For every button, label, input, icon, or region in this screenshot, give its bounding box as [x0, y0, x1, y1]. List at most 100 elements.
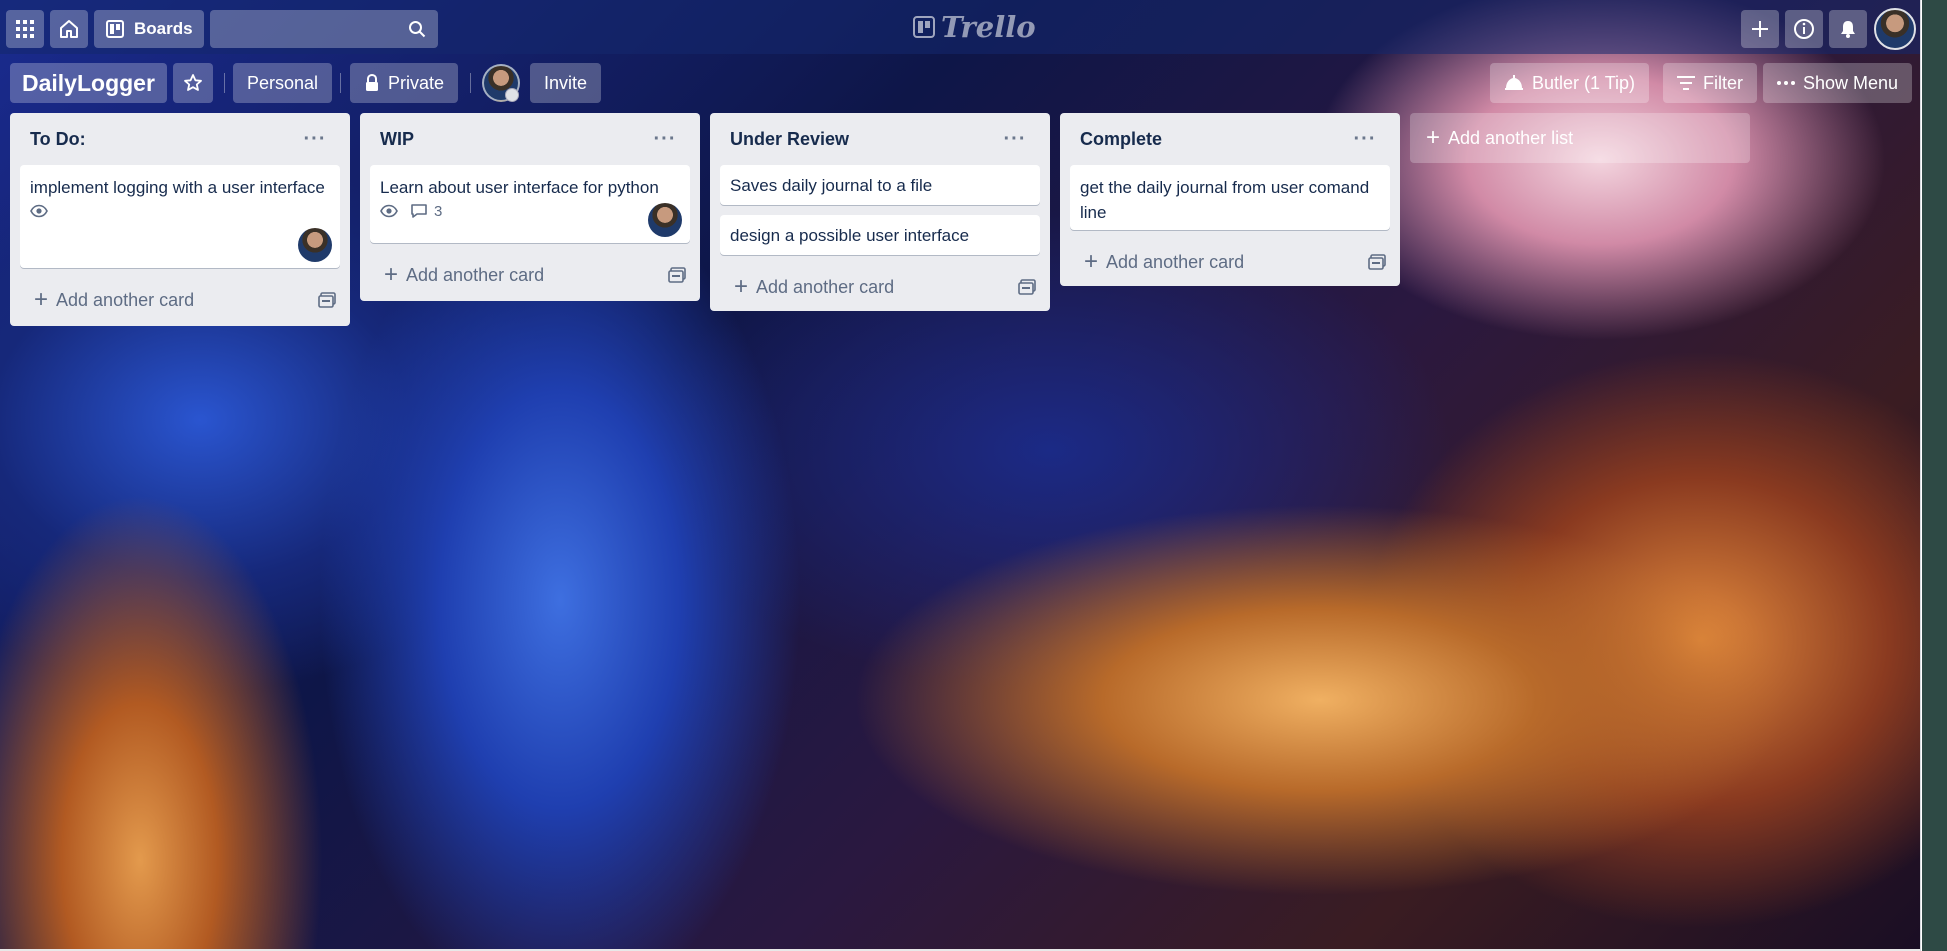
search-input[interactable] [210, 10, 438, 48]
show-menu-label: Show Menu [1803, 72, 1899, 93]
add-card-button[interactable]: + Add another card [1084, 250, 1244, 274]
private-label: Private [388, 72, 445, 93]
add-card-label: Add another card [406, 264, 545, 285]
card[interactable]: implement logging with a user interface [20, 165, 340, 268]
add-card-button[interactable]: + Add another card [384, 263, 544, 287]
list-header[interactable]: To Do: ··· [10, 113, 350, 165]
lock-icon [366, 74, 378, 91]
card-template-icon[interactable] [318, 292, 336, 308]
card-title: get the daily journal from user comand l… [1080, 178, 1370, 222]
plus-icon: + [734, 273, 749, 300]
add-list-label: Add another list [1448, 127, 1574, 148]
board-title[interactable]: DailyLogger [10, 63, 167, 103]
card-title: Saves daily journal to a file [730, 176, 933, 195]
list-footer: + Add another card [710, 265, 1050, 309]
card-member-avatar[interactable] [648, 203, 682, 237]
list-menu-button[interactable]: ··· [300, 128, 330, 151]
add-card-label: Add another card [1106, 251, 1245, 272]
trello-logo[interactable]: Trello [913, 10, 1036, 44]
card-template-icon[interactable] [1368, 254, 1386, 270]
list-header[interactable]: WIP ··· [360, 113, 700, 165]
window-edge [1920, 0, 1947, 951]
trello-logo-text: Trello [941, 10, 1036, 44]
show-menu-button[interactable]: Show Menu [1763, 63, 1913, 103]
ellipsis-icon [1777, 81, 1795, 85]
create-button[interactable] [1741, 10, 1779, 48]
add-card-label: Add another card [756, 276, 895, 297]
card[interactable]: Saves daily journal to a file [720, 165, 1040, 205]
list-header[interactable]: Under Review ··· [710, 113, 1050, 165]
apps-button[interactable] [6, 10, 44, 48]
visibility-button[interactable]: Private [350, 63, 459, 103]
filter-button[interactable]: Filter [1663, 63, 1757, 103]
eye-icon [30, 204, 48, 218]
plus-icon: + [34, 286, 49, 313]
add-card-button[interactable]: + Add another card [34, 288, 194, 312]
invite-button[interactable]: Invite [530, 63, 602, 103]
list-footer: + Add another card [360, 253, 700, 297]
butler-label: Butler (1 Tip) [1532, 72, 1636, 93]
list-menu-button[interactable]: ··· [1000, 128, 1030, 151]
plus-icon: + [1426, 124, 1441, 151]
card-template-icon[interactable] [668, 267, 686, 283]
card[interactable]: Learn about user interface for python 3 [370, 165, 690, 243]
add-card-button[interactable]: + Add another card [734, 275, 894, 299]
list-menu-button[interactable]: ··· [650, 128, 680, 151]
comment-icon [411, 204, 427, 218]
star-icon [184, 74, 202, 91]
list-complete[interactable]: Complete ··· get the daily journal from … [1060, 113, 1400, 286]
list-title[interactable]: WIP [380, 129, 414, 150]
home-icon [60, 20, 78, 38]
top-header: Boards Trello [0, 0, 1920, 54]
comment-count: 3 [434, 202, 443, 220]
plus-icon: + [1084, 248, 1099, 275]
divider [340, 73, 341, 93]
list-footer: + Add another card [10, 278, 350, 322]
grid-icon [16, 20, 34, 38]
comments-badge: 3 [410, 199, 442, 224]
list-header[interactable]: Complete ··· [1060, 113, 1400, 165]
personal-label: Personal [247, 72, 319, 93]
list-title[interactable]: Under Review [730, 129, 849, 150]
boards-button[interactable]: Boards [94, 10, 204, 48]
home-button[interactable] [50, 10, 88, 48]
notifications-button[interactable] [1829, 10, 1867, 48]
filter-label: Filter [1703, 72, 1743, 93]
info-button[interactable] [1785, 10, 1823, 48]
card-template-icon[interactable] [1018, 279, 1036, 295]
card[interactable]: design a possible user interface [720, 215, 1040, 255]
eye-icon [380, 204, 398, 218]
list-footer: + Add another card [1060, 240, 1400, 284]
list-title[interactable]: To Do: [30, 129, 86, 150]
divider [470, 73, 471, 93]
card-member-avatar[interactable] [298, 228, 332, 262]
board-title-text: DailyLogger [22, 69, 155, 96]
admin-badge-icon [505, 88, 519, 102]
list-menu-button[interactable]: ··· [1350, 128, 1380, 151]
butler-button[interactable]: Butler (1 Tip) [1490, 63, 1650, 103]
list-under-review[interactable]: Under Review ··· Saves daily journal to … [710, 113, 1050, 311]
personal-team-button[interactable]: Personal [233, 63, 333, 103]
card-title: design a possible user interface [730, 226, 970, 245]
add-list-button[interactable]: + Add another list [1410, 113, 1750, 163]
card-title: Learn about user interface for python [380, 178, 659, 197]
boards-label: Boards [134, 19, 193, 38]
search-icon[interactable] [408, 20, 426, 38]
list-title[interactable]: Complete [1080, 129, 1162, 150]
info-icon [1794, 19, 1814, 39]
plus-icon [1752, 21, 1768, 37]
search-field[interactable] [210, 10, 438, 48]
list-todo[interactable]: To Do: ··· implement logging with a user… [10, 113, 350, 326]
butler-bell-icon [1505, 75, 1523, 90]
user-avatar[interactable] [1874, 8, 1916, 50]
trello-logo-icon [913, 16, 935, 38]
card-badges: 3 [380, 200, 680, 222]
add-card-label: Add another card [56, 289, 195, 310]
card[interactable]: get the daily journal from user comand l… [1070, 165, 1390, 230]
list-wip[interactable]: WIP ··· Learn about user interface for p… [360, 113, 700, 301]
invite-label: Invite [544, 72, 588, 93]
card-title: implement logging with a user interface [30, 178, 325, 197]
plus-icon: + [384, 261, 399, 288]
divider [224, 73, 225, 93]
star-board-button[interactable] [173, 63, 213, 103]
